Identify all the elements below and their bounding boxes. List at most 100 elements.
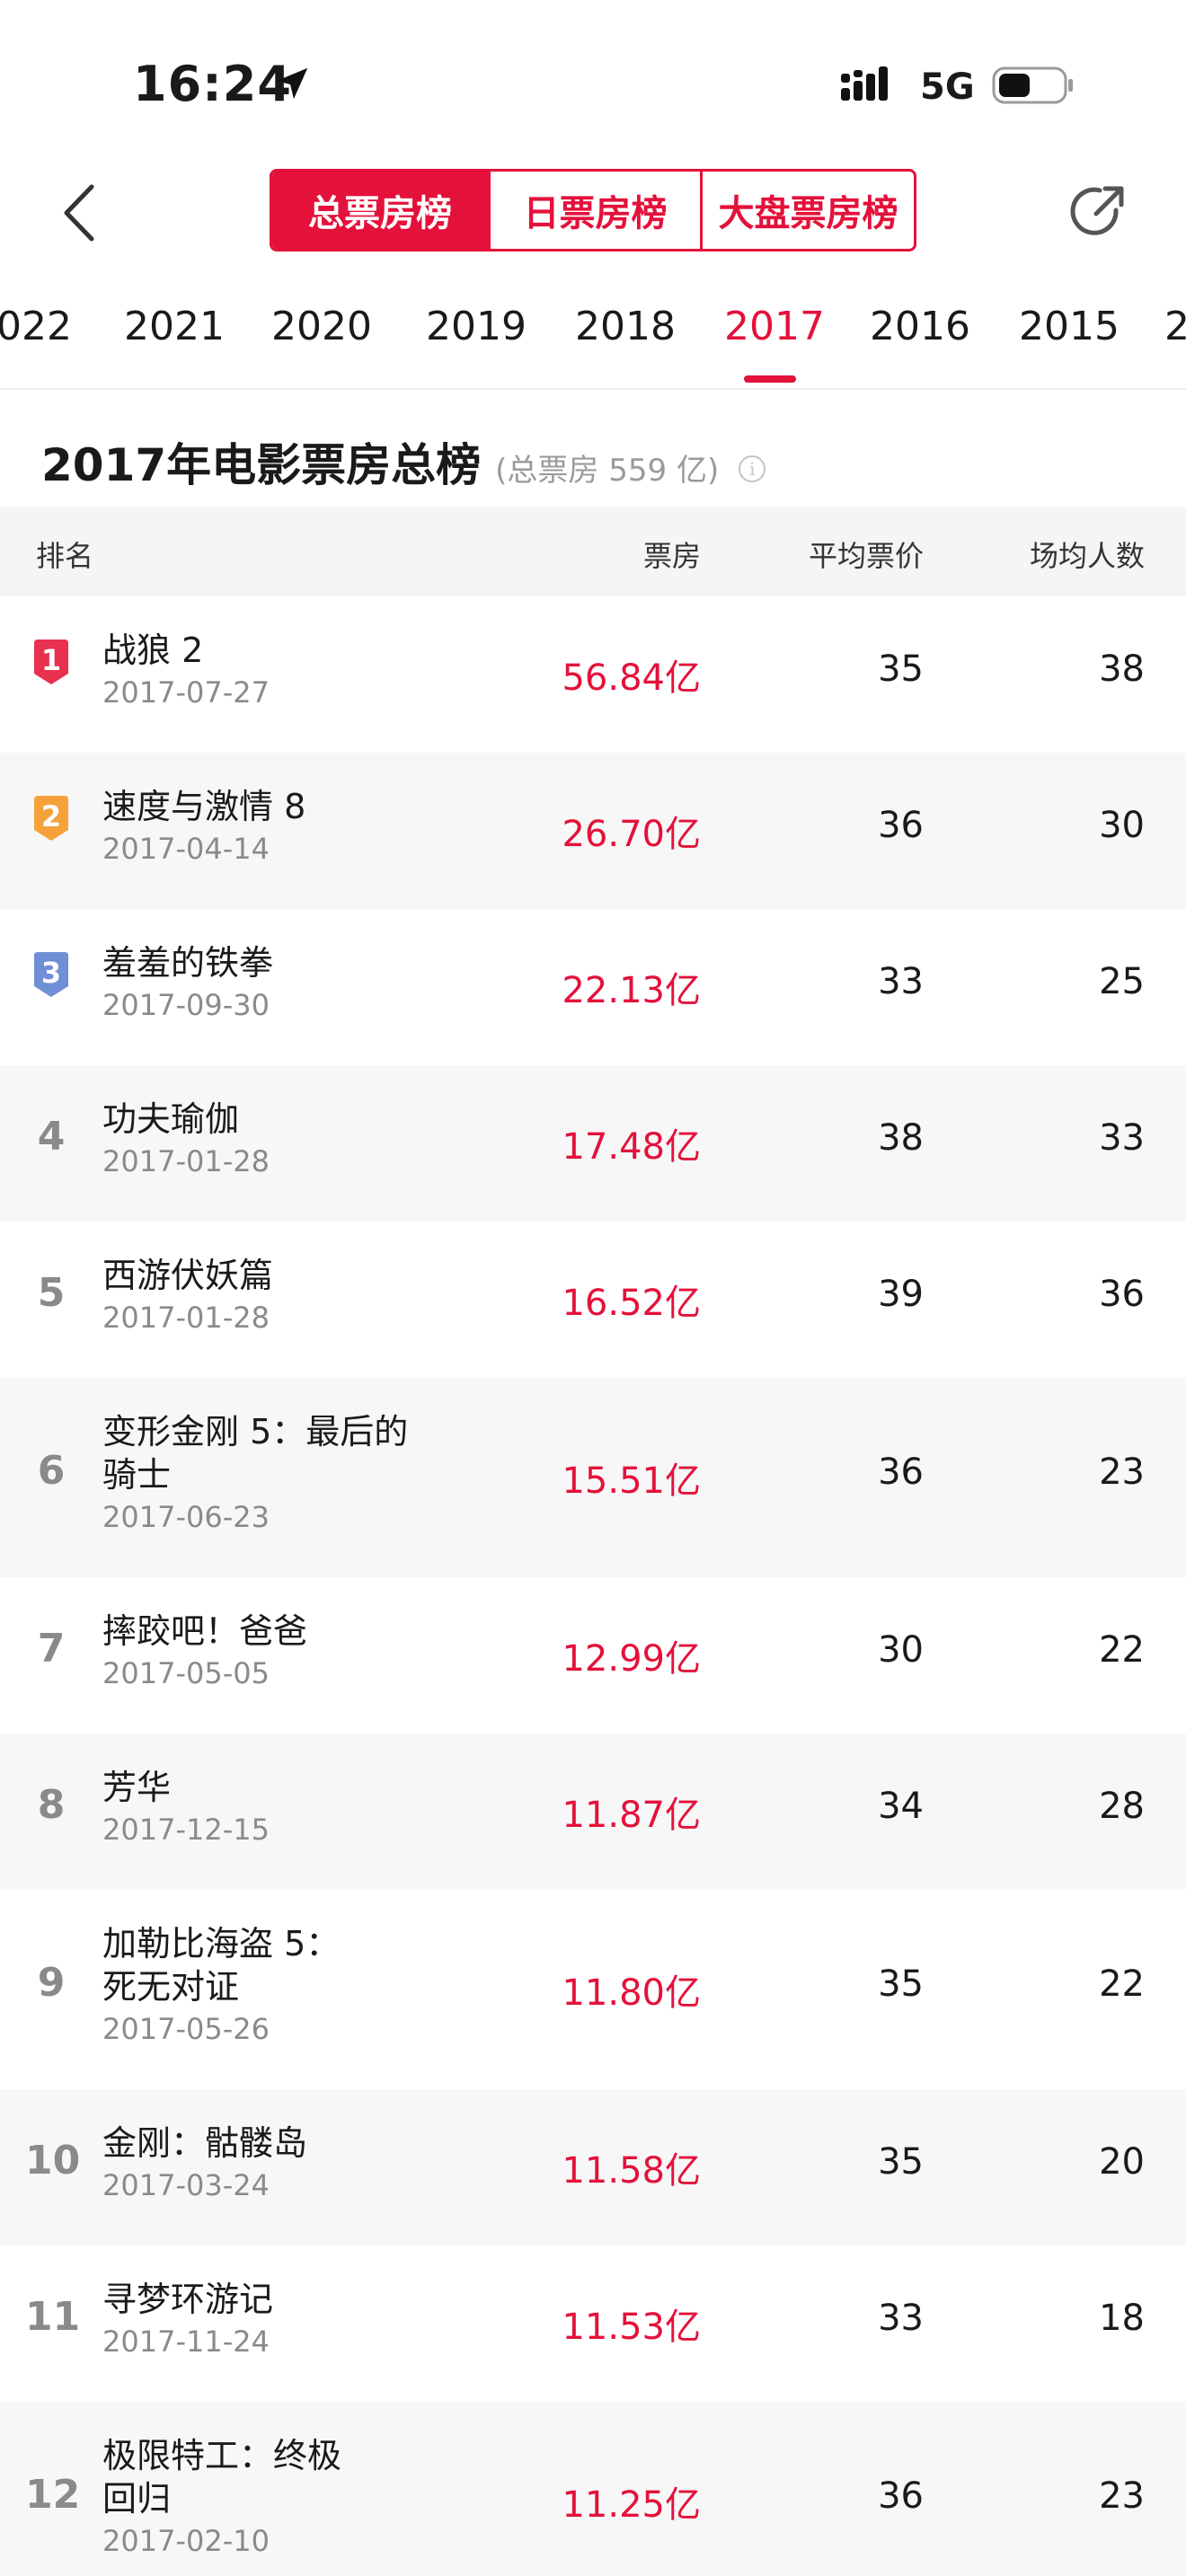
status-time: 16:24 bbox=[133, 56, 292, 112]
avg-attendance-value: 23 bbox=[1099, 1451, 1145, 1493]
movie-title[interactable]: 极限特工：终极回归 bbox=[102, 2434, 363, 2520]
avg-price-value: 34 bbox=[878, 1786, 924, 1827]
rank-number: 7 bbox=[37, 1626, 66, 1672]
box-office-value: 26.70亿 bbox=[562, 814, 701, 855]
table-row[interactable]: 6 变形金刚 5：最后的骑士 2017-06-23 15.51亿 36 23 bbox=[0, 1378, 1186, 1577]
page-title: 2017年电影票房总榜 bbox=[41, 439, 482, 491]
ranking-type-tabs: 总票房榜 日票房榜 大盘票房榜 bbox=[270, 169, 916, 251]
avg-attendance-value: 36 bbox=[1099, 1274, 1145, 1315]
rank-number: 1 bbox=[40, 643, 62, 677]
year-tab-2020[interactable]: 2020 bbox=[271, 304, 372, 349]
table-row[interactable]: 3 羞羞的铁拳 2017-09-30 22.13亿 33 25 bbox=[0, 909, 1186, 1065]
nav-bar: 总票房榜 日票房榜 大盘票房榜 bbox=[0, 169, 1186, 255]
movie-title[interactable]: 西游伏妖篇 bbox=[102, 1254, 462, 1297]
table-row[interactable]: 12 极限特工：终极回归 2017-02-10 11.25亿 36 23 bbox=[0, 2402, 1186, 2576]
release-date: 2017-02-10 bbox=[102, 2524, 270, 2558]
column-header-rank: 排名 bbox=[36, 539, 94, 573]
rank-badge-icon: 2 bbox=[31, 794, 72, 842]
share-icon[interactable] bbox=[1066, 180, 1130, 244]
list-title-row: 2017年电影票房总榜 (总票房 559 亿) bbox=[41, 429, 766, 494]
avg-price-value: 35 bbox=[878, 648, 924, 690]
table-row[interactable]: 8 芳华 2017-12-15 11.87亿 34 28 bbox=[0, 1734, 1186, 1890]
year-tab-2016[interactable]: 2016 bbox=[870, 304, 970, 349]
table-row[interactable]: 5 西游伏妖篇 2017-01-28 16.52亿 39 36 bbox=[0, 1222, 1186, 1378]
network-type: 5G bbox=[920, 66, 975, 108]
year-tab-2018[interactable]: 2018 bbox=[575, 304, 676, 349]
rank-number: 8 bbox=[37, 1782, 66, 1828]
avg-price-value: 35 bbox=[878, 2141, 924, 2183]
release-date: 2017-12-15 bbox=[102, 1813, 270, 1847]
release-date: 2017-05-05 bbox=[102, 1656, 270, 1690]
movie-title[interactable]: 加勒比海盗 5：死无对证 bbox=[102, 1922, 345, 2008]
year-tab-2021[interactable]: 2021 bbox=[124, 304, 225, 349]
info-icon[interactable] bbox=[739, 455, 766, 482]
rank-number: 4 bbox=[37, 1114, 66, 1160]
movie-title[interactable]: 寻梦环游记 bbox=[102, 2278, 462, 2321]
rank-badge-icon: 3 bbox=[31, 950, 72, 999]
back-arrow-icon[interactable] bbox=[56, 181, 106, 244]
year-tab-2019[interactable]: 2019 bbox=[426, 304, 527, 349]
column-header-avg-price[interactable]: 平均票价 bbox=[809, 534, 924, 575]
avg-attendance-value: 22 bbox=[1099, 1629, 1145, 1671]
table-row[interactable]: 10 金刚：骷髅岛 2017-03-24 11.58亿 35 20 bbox=[0, 2089, 1186, 2245]
table-row[interactable]: 11 寻梦环游记 2017-11-24 11.53亿 33 18 bbox=[0, 2245, 1186, 2402]
box-office-value: 16.52亿 bbox=[562, 1283, 701, 1324]
rank-number: 12 bbox=[25, 2472, 81, 2518]
table-row[interactable]: 9 加勒比海盗 5：死无对证 2017-05-26 11.80亿 35 22 bbox=[0, 1890, 1186, 2089]
avg-attendance-value: 28 bbox=[1099, 1786, 1145, 1827]
year-tab-2017[interactable]: 2017 bbox=[724, 304, 825, 349]
rank-number: 11 bbox=[25, 2294, 81, 2340]
avg-attendance-value: 22 bbox=[1099, 1963, 1145, 2005]
release-date: 2017-11-24 bbox=[102, 2325, 270, 2359]
rank-number: 10 bbox=[25, 2138, 81, 2183]
selected-year-indicator bbox=[744, 375, 796, 383]
rank-number: 5 bbox=[37, 1270, 66, 1316]
box-office-value: 11.25亿 bbox=[562, 2484, 701, 2526]
total-box-office-subtitle: (总票房 559 亿) bbox=[495, 453, 720, 489]
movie-title[interactable]: 功夫瑜伽 bbox=[102, 1098, 462, 1141]
table-header: 排名 票房 平均票价 场均人数 bbox=[0, 507, 1186, 596]
year-tab-2022[interactable]: 022 bbox=[0, 304, 72, 349]
movie-title[interactable]: 芳华 bbox=[102, 1766, 462, 1809]
rank-number: 9 bbox=[37, 1960, 66, 2006]
avg-price-value: 36 bbox=[878, 2475, 924, 2517]
movie-title[interactable]: 摔跤吧！爸爸 bbox=[102, 1610, 462, 1653]
movie-title[interactable]: 战狼 2 bbox=[102, 629, 462, 672]
avg-attendance-value: 20 bbox=[1099, 2141, 1145, 2183]
avg-price-value: 36 bbox=[878, 805, 924, 846]
box-office-value: 11.53亿 bbox=[562, 2307, 701, 2348]
box-office-value: 12.99亿 bbox=[562, 1638, 701, 1680]
tab-total-box-office[interactable]: 总票房榜 bbox=[272, 172, 488, 249]
year-tab-2014[interactable]: 2 bbox=[1164, 304, 1186, 349]
year-tab-2015[interactable]: 2015 bbox=[1019, 304, 1120, 349]
movie-title[interactable]: 变形金刚 5：最后的骑士 bbox=[102, 1410, 426, 1496]
avg-price-value: 38 bbox=[878, 1117, 924, 1159]
release-date: 2017-05-26 bbox=[102, 2012, 270, 2046]
avg-price-value: 33 bbox=[878, 2298, 924, 2339]
table-row[interactable]: 1 战狼 2 2017-07-27 56.84亿 35 38 bbox=[0, 596, 1186, 753]
battery-icon bbox=[992, 66, 1073, 104]
table-row[interactable]: 4 功夫瑜伽 2017-01-28 17.48亿 38 33 bbox=[0, 1065, 1186, 1222]
tab-daily-box-office[interactable]: 日票房榜 bbox=[488, 172, 700, 249]
status-bar: 16:24 5G bbox=[0, 0, 1186, 171]
movie-title[interactable]: 金刚：骷髅岛 bbox=[102, 2122, 462, 2165]
avg-attendance-value: 18 bbox=[1099, 2298, 1145, 2339]
avg-attendance-value: 23 bbox=[1099, 2475, 1145, 2517]
table-row[interactable]: 7 摔跤吧！爸爸 2017-05-05 12.99亿 30 22 bbox=[0, 1577, 1186, 1734]
box-office-value: 15.51亿 bbox=[562, 1460, 701, 1502]
table-row[interactable]: 2 速度与激情 8 2017-04-14 26.70亿 36 30 bbox=[0, 753, 1186, 909]
column-header-avg-attendance[interactable]: 场均人数 bbox=[1030, 534, 1145, 575]
movie-title[interactable]: 羞羞的铁拳 bbox=[102, 941, 462, 984]
column-header-box-office[interactable]: 票房 bbox=[643, 534, 701, 575]
box-office-value: 11.87亿 bbox=[562, 1795, 701, 1836]
rank-number: 6 bbox=[37, 1448, 66, 1494]
movie-title[interactable]: 速度与激情 8 bbox=[102, 785, 462, 828]
release-date: 2017-04-14 bbox=[102, 832, 270, 866]
tab-market-box-office[interactable]: 大盘票房榜 bbox=[700, 172, 914, 249]
release-date: 2017-07-27 bbox=[102, 675, 270, 710]
rank-badge-icon: 1 bbox=[31, 638, 72, 686]
box-office-value: 11.58亿 bbox=[562, 2150, 701, 2192]
release-date: 2017-03-24 bbox=[102, 2168, 270, 2202]
avg-attendance-value: 30 bbox=[1099, 805, 1145, 846]
avg-price-value: 35 bbox=[878, 1963, 924, 2005]
